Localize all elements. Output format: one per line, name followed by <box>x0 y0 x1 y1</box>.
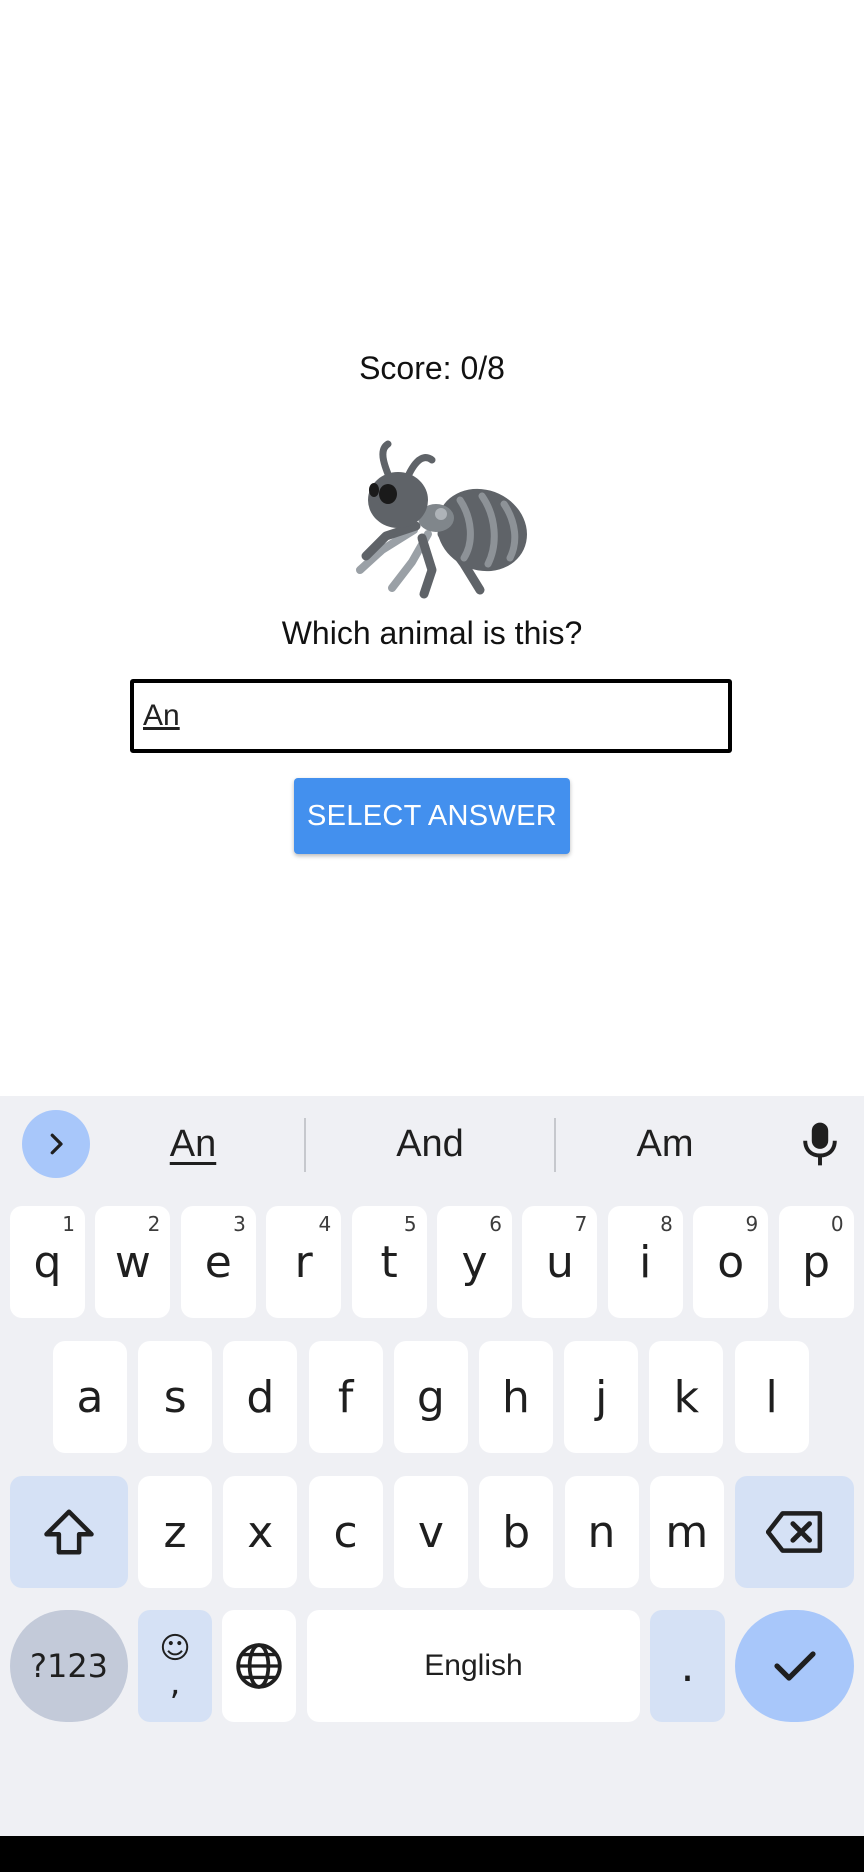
question-label: Which animal is this? <box>281 615 583 651</box>
suggestion-2[interactable]: And <box>355 1096 505 1192</box>
key-m[interactable]: m <box>649 1476 724 1588</box>
key-label: t <box>380 1236 398 1288</box>
key-label: d <box>246 1371 275 1423</box>
key-number-hint: 9 <box>745 1212 759 1236</box>
key-e[interactable]: e3 <box>180 1206 256 1318</box>
key-c[interactable]: c <box>308 1476 383 1588</box>
backspace-key[interactable] <box>735 1476 854 1588</box>
ant-image <box>356 440 527 599</box>
globe-icon <box>236 1643 282 1689</box>
period-key[interactable]: . <box>650 1610 725 1722</box>
key-label: y <box>461 1236 488 1288</box>
key-label: l <box>765 1371 778 1423</box>
key-label: g <box>416 1371 445 1423</box>
key-label: q <box>33 1236 62 1288</box>
enter-key[interactable] <box>735 1610 854 1722</box>
key-label: x <box>247 1506 274 1558</box>
key-number-hint: 8 <box>660 1212 673 1236</box>
key-number-hint: 7 <box>574 1212 588 1236</box>
key-t[interactable]: t5 <box>351 1206 427 1318</box>
key-label: s <box>163 1371 187 1423</box>
symbols-key[interactable]: ?123 <box>10 1610 128 1722</box>
emoji-comma-key[interactable]: ☺ , <box>138 1610 212 1722</box>
key-f[interactable]: f <box>308 1341 383 1453</box>
expand-toolbar-button[interactable] <box>22 1110 90 1178</box>
key-j[interactable]: j <box>564 1341 639 1453</box>
suggestion-bar: An And Am <box>0 1096 864 1192</box>
key-label: k <box>673 1371 700 1423</box>
key-number-hint: 0 <box>830 1212 844 1236</box>
key-label: r <box>294 1236 313 1288</box>
chevron-right-icon <box>50 1133 63 1155</box>
key-label: z <box>163 1506 187 1558</box>
key-u[interactable]: u7 <box>522 1206 598 1318</box>
key-label: a <box>76 1371 104 1423</box>
key-b[interactable]: b <box>479 1476 554 1588</box>
key-number-hint: 3 <box>233 1212 246 1236</box>
suggestion-3[interactable]: Am <box>590 1096 740 1192</box>
language-switch-key[interactable] <box>222 1610 296 1722</box>
key-label: n <box>587 1506 616 1558</box>
key-label: w <box>114 1236 151 1288</box>
key-i[interactable]: i8 <box>607 1206 683 1318</box>
suggestion-divider <box>304 1118 306 1172</box>
key-n[interactable]: n <box>564 1476 639 1588</box>
select-answer-button[interactable]: SELECT ANSWER <box>294 778 570 854</box>
key-label: m <box>665 1506 709 1558</box>
key-label: i <box>639 1236 652 1288</box>
key-label: p <box>802 1236 831 1288</box>
score-label: Score: 0/8 <box>359 350 505 386</box>
shift-icon <box>44 1509 94 1555</box>
key-label: v <box>417 1506 444 1558</box>
backspace-icon <box>765 1511 822 1553</box>
key-number-hint: 5 <box>403 1212 417 1236</box>
key-label: b <box>502 1506 531 1558</box>
key-number-hint: 6 <box>489 1212 502 1236</box>
shift-key[interactable] <box>10 1476 128 1588</box>
key-d[interactable]: d <box>223 1341 298 1453</box>
suggestion-1[interactable]: An <box>118 1096 268 1192</box>
comma-label: , <box>169 1663 181 1703</box>
key-label: o <box>717 1236 745 1288</box>
key-label: c <box>333 1506 358 1558</box>
key-k[interactable]: k <box>649 1341 724 1453</box>
space-key[interactable]: English <box>307 1610 640 1722</box>
navigation-bar <box>0 1836 864 1872</box>
key-z[interactable]: z <box>138 1476 212 1588</box>
key-g[interactable]: g <box>393 1341 468 1453</box>
key-w[interactable]: w2 <box>95 1206 171 1318</box>
key-a[interactable]: a <box>53 1341 127 1453</box>
key-r[interactable]: r4 <box>266 1206 342 1318</box>
key-l[interactable]: l <box>734 1341 809 1453</box>
key-label: h <box>502 1371 530 1423</box>
answer-input[interactable] <box>130 679 732 753</box>
mic-icon <box>803 1122 837 1166</box>
check-icon <box>773 1651 816 1681</box>
key-y[interactable]: y6 <box>437 1206 512 1318</box>
key-label: f <box>337 1371 354 1423</box>
key-label: u <box>545 1236 574 1288</box>
quiz-screen: Score: 0/8 Which animal is this? SELECT … <box>0 0 864 1096</box>
key-number-hint: 4 <box>318 1212 332 1236</box>
voice-input-button[interactable] <box>790 1114 850 1174</box>
key-s[interactable]: s <box>138 1341 213 1453</box>
key-number-hint: 1 <box>62 1212 75 1236</box>
soft-keyboard: An And Am q1w2e3r4t5y6u7i8o9p0 asdfghjkl… <box>0 1096 864 1836</box>
key-label: j <box>595 1371 608 1423</box>
key-o[interactable]: o9 <box>693 1206 769 1318</box>
key-v[interactable]: v <box>393 1476 468 1588</box>
emoji-icon: ☺ <box>159 1631 191 1666</box>
key-label: e <box>204 1236 232 1288</box>
key-p[interactable]: p0 <box>778 1206 854 1318</box>
suggestion-divider <box>554 1118 556 1172</box>
key-q[interactable]: q1 <box>10 1206 85 1318</box>
key-h[interactable]: h <box>479 1341 553 1453</box>
key-x[interactable]: x <box>223 1476 298 1588</box>
key-number-hint: 2 <box>147 1212 161 1236</box>
